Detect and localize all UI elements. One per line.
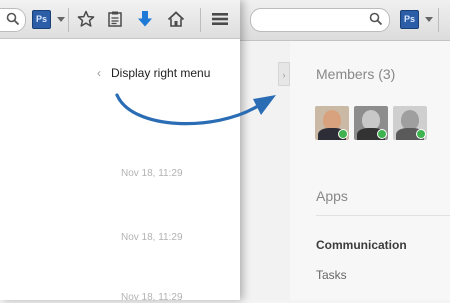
download-icon[interactable] bbox=[136, 10, 154, 28]
dropdown-caret-icon[interactable] bbox=[425, 17, 433, 22]
menu-icon[interactable] bbox=[211, 10, 229, 28]
avatar[interactable] bbox=[315, 106, 349, 140]
message-timestamp: Nov 18, 11:29 bbox=[121, 232, 183, 243]
app-tasks-link[interactable]: Tasks bbox=[316, 268, 347, 282]
online-status-icon bbox=[338, 129, 348, 139]
members-heading: Members (3) bbox=[316, 66, 396, 82]
online-status-icon bbox=[377, 129, 387, 139]
message-timestamp: Nov 18, 11:29 bbox=[121, 292, 183, 303]
toolbar-separator bbox=[438, 8, 439, 32]
reading-list-icon[interactable] bbox=[106, 10, 124, 28]
online-status-icon bbox=[416, 129, 426, 139]
chevron-left-icon: ‹ bbox=[97, 66, 101, 80]
app-communication-link[interactable]: Communication bbox=[316, 238, 407, 252]
divider bbox=[316, 215, 450, 216]
display-right-menu-label: Display right menu bbox=[111, 66, 211, 80]
toolbar-separator bbox=[68, 8, 69, 32]
apps-heading: Apps bbox=[316, 188, 348, 204]
bookmark-star-icon[interactable] bbox=[77, 10, 95, 28]
message-timestamp: Nov 18, 11:29 bbox=[121, 168, 183, 179]
avatar[interactable] bbox=[354, 106, 388, 140]
search-icon[interactable] bbox=[369, 12, 383, 31]
photoshop-icon[interactable]: Ps bbox=[400, 10, 419, 29]
foreground-window: Ps ‹ Display right menu Nov 18, 11:29 No… bbox=[0, 0, 240, 303]
home-icon[interactable] bbox=[167, 10, 185, 28]
avatar[interactable] bbox=[393, 106, 427, 140]
search-icon[interactable] bbox=[6, 12, 20, 31]
toolbar-separator bbox=[200, 8, 201, 32]
browser-toolbar: Ps bbox=[0, 0, 240, 39]
background-search-field[interactable] bbox=[250, 8, 390, 32]
photoshop-icon[interactable]: Ps bbox=[32, 10, 51, 29]
dropdown-caret-icon[interactable] bbox=[57, 17, 65, 22]
display-right-menu-button[interactable]: ‹ Display right menu bbox=[97, 66, 210, 80]
search-field[interactable] bbox=[0, 8, 26, 32]
panel-toggle-button[interactable]: › bbox=[278, 62, 290, 86]
